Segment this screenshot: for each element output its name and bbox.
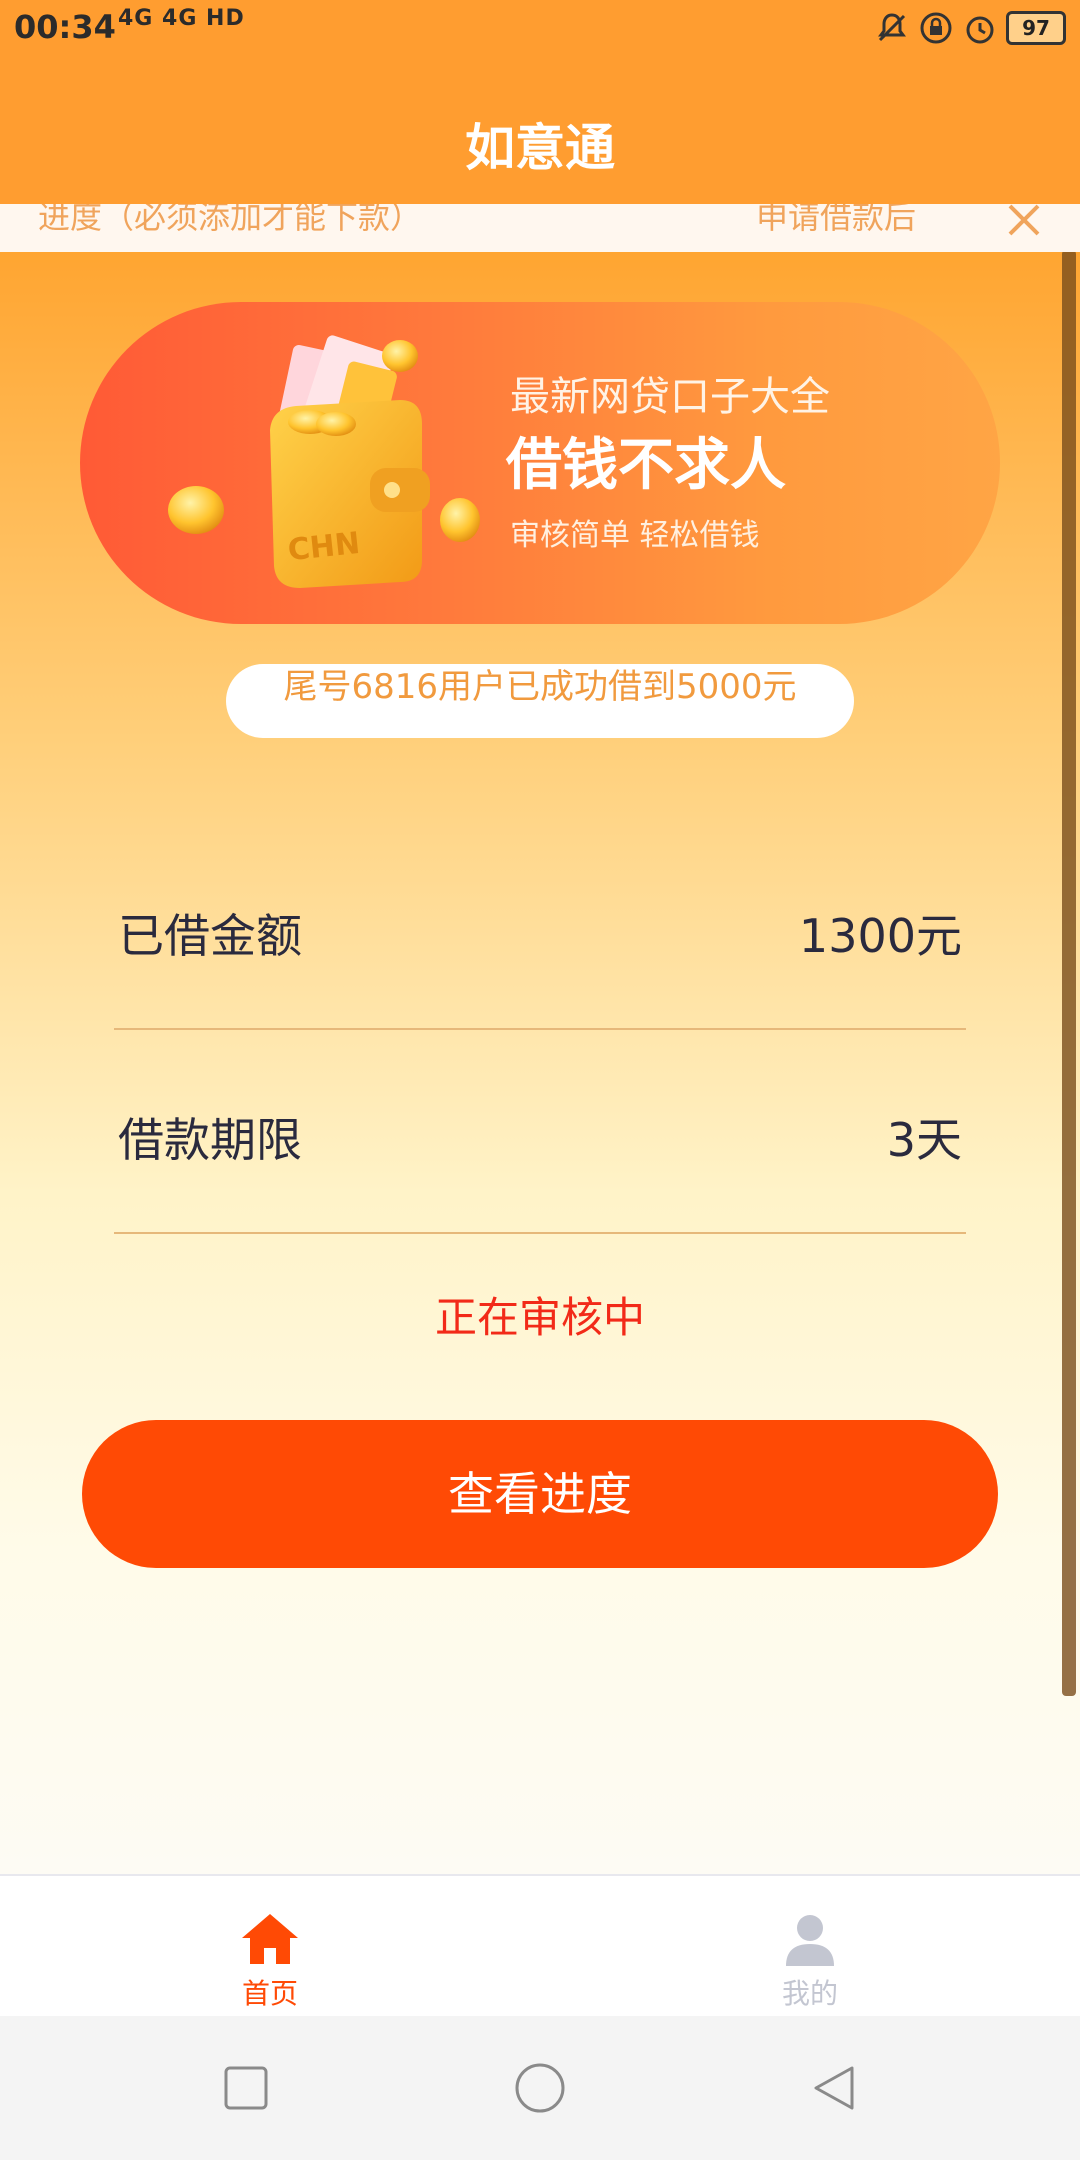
- bottom-nav: 首页 我的: [0, 1874, 1080, 2018]
- app-header: 如意通: [0, 56, 1080, 204]
- loan-marquee: 尾号6816用户已成功借到5000元: [226, 664, 854, 738]
- nav-home[interactable]: 首页: [170, 1876, 370, 2018]
- network-indicator: 4G 4G HD: [118, 6, 245, 31]
- nav-mine-label: 我的: [781, 1977, 838, 2010]
- row-divider: [114, 1232, 966, 1234]
- bell-off-icon: [878, 13, 906, 42]
- notice-bar: 进度（必须添加才能下款） 申请借款后: [0, 204, 1080, 252]
- view-progress-button[interactable]: 查看进度: [82, 1420, 998, 1568]
- nav-home-label: 首页: [241, 1977, 298, 2010]
- banner-tagline: 审核简单 轻松借钱: [510, 518, 760, 553]
- alarm-icon: [966, 16, 994, 44]
- scrollbar[interactable]: [1062, 250, 1076, 1696]
- page-title: 如意通: [465, 119, 615, 177]
- loan-amount-row: 已借金额 1300元: [114, 826, 966, 1030]
- close-icon[interactable]: [1004, 204, 1044, 240]
- notice-text-1: 进度（必须添加才能下款）: [38, 204, 423, 236]
- circle-icon[interactable]: [514, 2062, 566, 2114]
- loan-term-value: 3天: [886, 1113, 962, 1167]
- loan-term-row: 借款期限 3天: [114, 1030, 966, 1234]
- back-triangle-icon[interactable]: [808, 2062, 860, 2114]
- promo-banner[interactable]: CHN 最新网贷口子大全 借钱不求人 审核简单 轻松借钱: [80, 302, 1000, 624]
- loan-amount-value: 1300元: [798, 909, 962, 963]
- loan-term-label: 借款期限: [118, 1113, 302, 1167]
- status-icons: 97: [874, 6, 1066, 50]
- battery-icon: 97: [1006, 11, 1066, 45]
- banner-subtitle: 最新网贷口子大全: [510, 374, 830, 420]
- user-icon: [786, 1915, 834, 1966]
- home-icon: [242, 1914, 298, 1964]
- nav-mine[interactable]: 我的: [710, 1876, 910, 2018]
- lock-rotation-icon: [920, 12, 952, 44]
- wallet-illustration: CHN: [168, 335, 480, 588]
- square-icon[interactable]: [220, 2062, 272, 2114]
- notice-text-2: 申请借款后: [756, 204, 917, 236]
- system-nav-bar: [0, 2016, 1080, 2160]
- banner-headline: 借钱不求人: [506, 433, 786, 498]
- loan-amount-label: 已借金额: [118, 909, 302, 963]
- status-time: 00:34: [14, 8, 116, 46]
- review-status: 正在审核中: [434, 1293, 645, 1342]
- status-bar: 00:34 4G 4G HD 97: [0, 0, 1080, 56]
